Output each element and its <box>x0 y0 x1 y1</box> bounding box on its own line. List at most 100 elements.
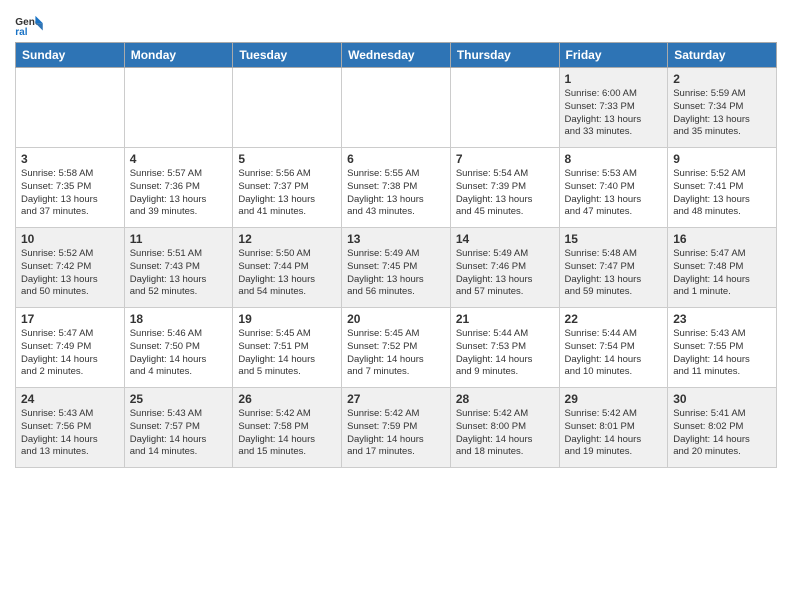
calendar-cell: 29Sunrise: 5:42 AM Sunset: 8:01 PM Dayli… <box>559 388 668 468</box>
day-info: Sunrise: 5:47 AM Sunset: 7:48 PM Dayligh… <box>673 248 771 299</box>
calendar-cell: 1 Sunrise: 6:00 AM Sunset: 7:33 PM Daylig… <box>559 68 668 148</box>
day-number: 9 <box>673 152 771 166</box>
calendar-table: SundayMondayTuesdayWednesdayThursdayFrid… <box>15 42 777 468</box>
day-number: 15 <box>565 232 663 246</box>
calendar-week-5: 24 Sunrise: 5:43 AM Sunset: 7:56 PM Dayli… <box>16 388 777 468</box>
day-number: 13 <box>347 232 445 246</box>
day-number: 14 <box>456 232 554 246</box>
column-header-monday: Monday <box>124 43 233 68</box>
calendar-cell: 21 Sunrise: 5:44 AM Sunset: 7:53 PM Dayli… <box>450 308 559 388</box>
day-info: Sunrise: 5:43 AM Sunset: 7:57 PM Dayligh… <box>130 408 228 459</box>
calendar-cell: 17 Sunrise: 5:47 AM Sunset: 7:49 PM Dayli… <box>16 308 125 388</box>
column-header-friday: Friday <box>559 43 668 68</box>
day-info: Sunrise: 5:59 AM Sunset: 7:34 PM Dayligh… <box>673 88 771 139</box>
calendar-cell: 14Sunrise: 5:49 AM Sunset: 7:46 PM Dayli… <box>450 228 559 308</box>
calendar-cell: 4 Sunrise: 5:57 AM Sunset: 7:36 PM Daylig… <box>124 148 233 228</box>
day-number: 7 <box>456 152 554 166</box>
calendar-cell: 2 Sunrise: 5:59 AM Sunset: 7:34 PM Daylig… <box>668 68 777 148</box>
calendar-cell: 15 Sunrise: 5:48 AM Sunset: 7:47 PM Dayli… <box>559 228 668 308</box>
calendar-cell: 20 Sunrise: 5:45 AM Sunset: 7:52 PM Dayli… <box>342 308 451 388</box>
day-number: 22 <box>565 312 663 326</box>
calendar-cell: 18Sunrise: 5:46 AM Sunset: 7:50 PM Dayli… <box>124 308 233 388</box>
day-number: 30 <box>673 392 771 406</box>
day-info: Sunrise: 5:53 AM Sunset: 7:40 PM Dayligh… <box>565 168 663 219</box>
calendar-week-1: 1 Sunrise: 6:00 AM Sunset: 7:33 PM Daylig… <box>16 68 777 148</box>
calendar-cell <box>124 68 233 148</box>
calendar-week-4: 17 Sunrise: 5:47 AM Sunset: 7:49 PM Dayli… <box>16 308 777 388</box>
calendar-cell: 6 Sunrise: 5:55 AM Sunset: 7:38 PM Daylig… <box>342 148 451 228</box>
logo: Gene ral <box>15 14 47 36</box>
calendar-cell: 9 Sunrise: 5:52 AM Sunset: 7:41 PM Daylig… <box>668 148 777 228</box>
header-row: SundayMondayTuesdayWednesdayThursdayFrid… <box>16 43 777 68</box>
calendar-cell: 8 Sunrise: 5:53 AM Sunset: 7:40 PM Daylig… <box>559 148 668 228</box>
header: Gene ral <box>15 10 777 36</box>
day-number: 2 <box>673 72 771 86</box>
column-header-tuesday: Tuesday <box>233 43 342 68</box>
day-info: Sunrise: 5:42 AM Sunset: 8:01 PM Dayligh… <box>565 408 663 459</box>
calendar-cell: 24 Sunrise: 5:43 AM Sunset: 7:56 PM Dayli… <box>16 388 125 468</box>
day-number: 5 <box>238 152 336 166</box>
day-number: 27 <box>347 392 445 406</box>
day-info: Sunrise: 5:54 AM Sunset: 7:39 PM Dayligh… <box>456 168 554 219</box>
day-info: Sunrise: 6:00 AM Sunset: 7:33 PM Dayligh… <box>565 88 663 139</box>
day-number: 10 <box>21 232 119 246</box>
day-info: Sunrise: 5:52 AM Sunset: 7:41 PM Dayligh… <box>673 168 771 219</box>
day-info: Sunrise: 5:52 AM Sunset: 7:42 PM Dayligh… <box>21 248 119 299</box>
day-number: 17 <box>21 312 119 326</box>
day-info: Sunrise: 5:50 AM Sunset: 7:44 PM Dayligh… <box>238 248 336 299</box>
calendar-cell: 11 Sunrise: 5:51 AM Sunset: 7:43 PM Dayli… <box>124 228 233 308</box>
calendar-cell: 12Sunrise: 5:50 AM Sunset: 7:44 PM Dayli… <box>233 228 342 308</box>
calendar-cell: 3 Sunrise: 5:58 AM Sunset: 7:35 PM Daylig… <box>16 148 125 228</box>
column-header-saturday: Saturday <box>668 43 777 68</box>
day-info: Sunrise: 5:44 AM Sunset: 7:54 PM Dayligh… <box>565 328 663 379</box>
calendar-cell <box>233 68 342 148</box>
calendar-week-3: 10 Sunrise: 5:52 AM Sunset: 7:42 PM Dayli… <box>16 228 777 308</box>
calendar-cell <box>450 68 559 148</box>
column-header-sunday: Sunday <box>16 43 125 68</box>
day-info: Sunrise: 5:49 AM Sunset: 7:45 PM Dayligh… <box>347 248 445 299</box>
day-number: 1 <box>565 72 663 86</box>
day-number: 8 <box>565 152 663 166</box>
day-number: 24 <box>21 392 119 406</box>
day-info: Sunrise: 5:42 AM Sunset: 7:58 PM Dayligh… <box>238 408 336 459</box>
calendar-cell: 23 Sunrise: 5:43 AM Sunset: 7:55 PM Dayli… <box>668 308 777 388</box>
day-info: Sunrise: 5:44 AM Sunset: 7:53 PM Dayligh… <box>456 328 554 379</box>
calendar-cell <box>16 68 125 148</box>
day-number: 6 <box>347 152 445 166</box>
day-info: Sunrise: 5:42 AM Sunset: 7:59 PM Dayligh… <box>347 408 445 459</box>
day-number: 26 <box>238 392 336 406</box>
day-number: 23 <box>673 312 771 326</box>
day-info: Sunrise: 5:47 AM Sunset: 7:49 PM Dayligh… <box>21 328 119 379</box>
day-number: 16 <box>673 232 771 246</box>
calendar-week-2: 3 Sunrise: 5:58 AM Sunset: 7:35 PM Daylig… <box>16 148 777 228</box>
svg-text:ral: ral <box>15 27 28 36</box>
day-info: Sunrise: 5:43 AM Sunset: 7:55 PM Dayligh… <box>673 328 771 379</box>
column-header-thursday: Thursday <box>450 43 559 68</box>
calendar-cell: 10 Sunrise: 5:52 AM Sunset: 7:42 PM Dayli… <box>16 228 125 308</box>
calendar-cell: 13 Sunrise: 5:49 AM Sunset: 7:45 PM Dayli… <box>342 228 451 308</box>
calendar-cell: 30 Sunrise: 5:41 AM Sunset: 8:02 PM Dayli… <box>668 388 777 468</box>
day-number: 3 <box>21 152 119 166</box>
day-info: Sunrise: 5:57 AM Sunset: 7:36 PM Dayligh… <box>130 168 228 219</box>
column-header-wednesday: Wednesday <box>342 43 451 68</box>
day-info: Sunrise: 5:41 AM Sunset: 8:02 PM Dayligh… <box>673 408 771 459</box>
day-info: Sunrise: 5:55 AM Sunset: 7:38 PM Dayligh… <box>347 168 445 219</box>
calendar-cell <box>342 68 451 148</box>
day-info: Sunrise: 5:56 AM Sunset: 7:37 PM Dayligh… <box>238 168 336 219</box>
day-number: 18 <box>130 312 228 326</box>
day-number: 20 <box>347 312 445 326</box>
calendar-cell: 26 Sunrise: 5:42 AM Sunset: 7:58 PM Dayli… <box>233 388 342 468</box>
calendar-cell: 28Sunrise: 5:42 AM Sunset: 8:00 PM Dayli… <box>450 388 559 468</box>
calendar-cell: 27 Sunrise: 5:42 AM Sunset: 7:59 PM Dayli… <box>342 388 451 468</box>
day-info: Sunrise: 5:48 AM Sunset: 7:47 PM Dayligh… <box>565 248 663 299</box>
day-info: Sunrise: 5:45 AM Sunset: 7:52 PM Dayligh… <box>347 328 445 379</box>
calendar-cell: 19Sunrise: 5:45 AM Sunset: 7:51 PM Dayli… <box>233 308 342 388</box>
logo-icon: Gene ral <box>15 14 43 36</box>
calendar-cell: 16 Sunrise: 5:47 AM Sunset: 7:48 PM Dayli… <box>668 228 777 308</box>
day-number: 11 <box>130 232 228 246</box>
day-info: Sunrise: 5:43 AM Sunset: 7:56 PM Dayligh… <box>21 408 119 459</box>
day-number: 4 <box>130 152 228 166</box>
day-number: 21 <box>456 312 554 326</box>
day-info: Sunrise: 5:58 AM Sunset: 7:35 PM Dayligh… <box>21 168 119 219</box>
day-info: Sunrise: 5:51 AM Sunset: 7:43 PM Dayligh… <box>130 248 228 299</box>
